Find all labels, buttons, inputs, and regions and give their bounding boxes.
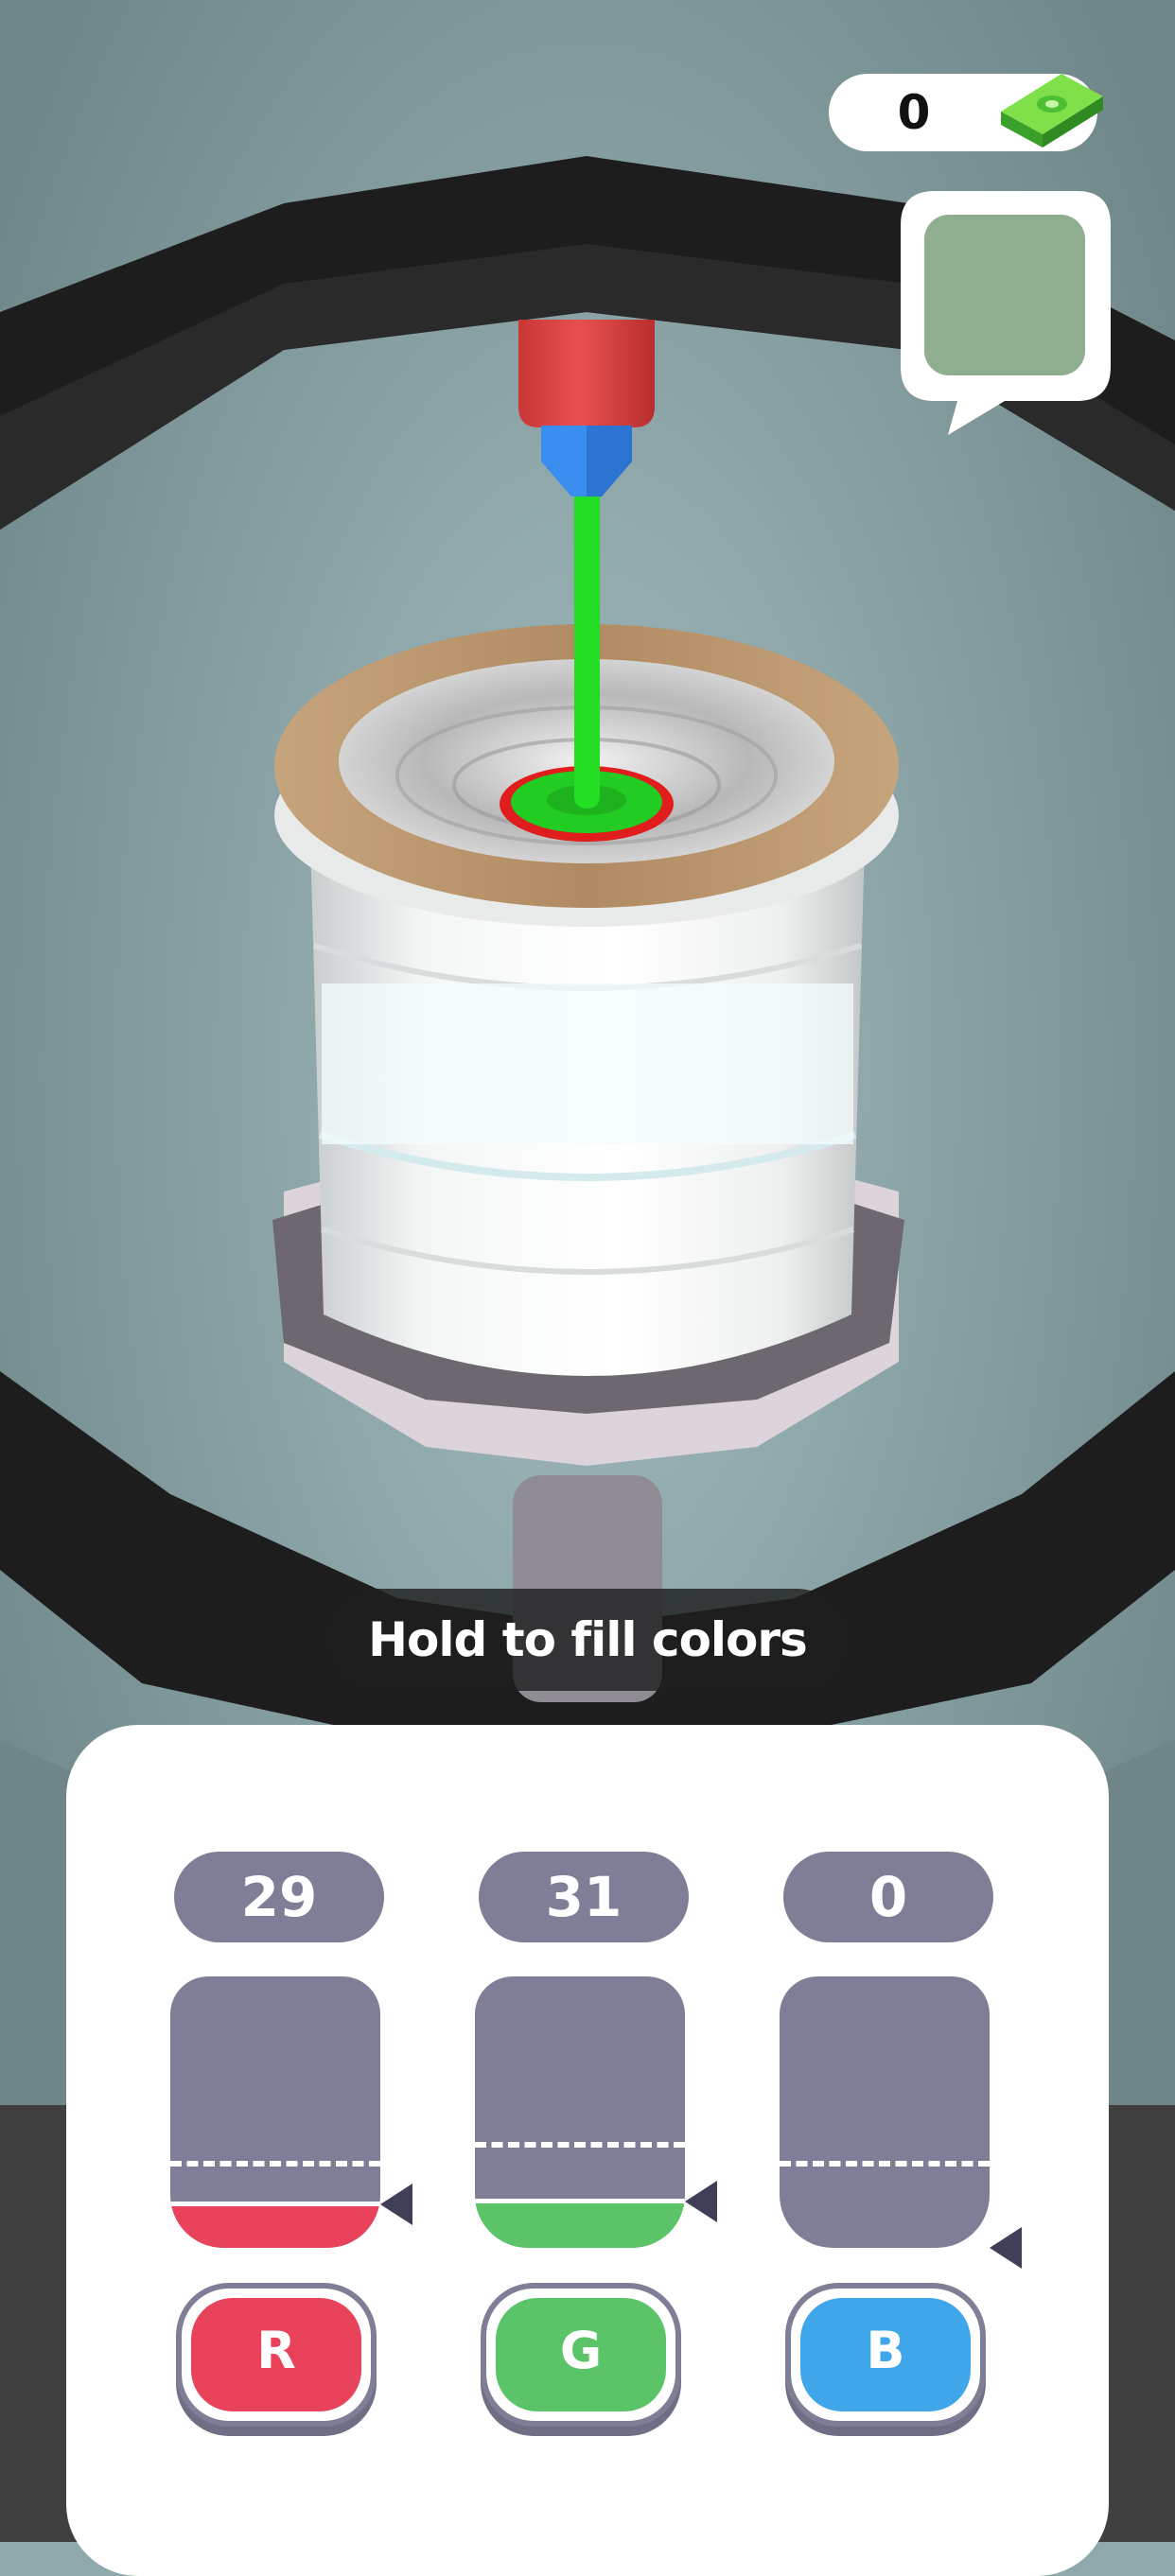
fill-surface-line [170,2202,380,2206]
color-button-label: R [191,2298,361,2411]
level-marker-icon [990,2227,1022,2269]
cash-stack-icon [1001,74,1103,148]
color-button-g[interactable]: G [481,2283,681,2427]
color-button-r[interactable]: R [176,2283,377,2427]
channel-count-g: 31 [479,1852,689,1942]
channel-count-b: 0 [783,1852,993,1942]
tank-fill [475,2199,685,2248]
channel-r: 29 R [170,0,412,2542]
target-level-line [475,2142,685,2148]
tank-fill [170,2202,380,2248]
color-button-label: G [496,2298,666,2411]
channel-b: 0B [780,0,1022,2542]
color-button-b[interactable]: B [785,2283,986,2427]
channel-tank-r [170,1976,380,2248]
level-marker-icon [685,2181,717,2222]
fill-surface-line [475,2199,685,2203]
channel-tank-g [475,1976,685,2248]
channel-count-r: 29 [174,1852,384,1942]
channel-tank-b [780,1976,990,2248]
target-level-line [170,2161,380,2167]
color-button-label: B [800,2298,971,2411]
level-marker-icon [380,2184,412,2225]
target-level-line [780,2161,990,2167]
channel-g: 31 G [475,0,717,2542]
